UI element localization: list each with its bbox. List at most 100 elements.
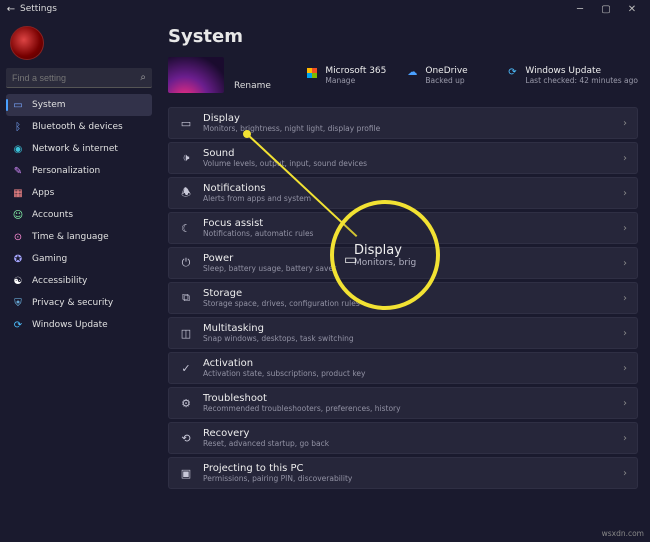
row-title: Troubleshoot [203,393,401,404]
row-title: Storage [203,288,360,299]
row-troubleshoot[interactable]: ⚙ TroubleshootRecommended troubleshooters… [168,387,638,419]
row-title: Recovery [203,428,329,439]
chevron-right-icon: › [623,328,627,339]
sidebar-item-bluetooth[interactable]: ᛒBluetooth & devices [6,116,152,138]
row-sub: Notifications, automatic rules [203,229,313,238]
sidebar-item-apps[interactable]: ▦ Apps [6,182,152,204]
sidebar-item-privacy[interactable]: ⛨ Privacy & security [6,292,152,314]
rename-link[interactable]: Rename [234,81,271,91]
search-box[interactable]: ⌕ [6,68,152,88]
chevron-right-icon: › [623,468,627,479]
close-button[interactable]: ✕ [626,4,638,15]
storage-icon: ⧉ [179,291,193,305]
status-sub: Manage [325,76,386,85]
multitasking-icon: ◫ [179,327,193,340]
microsoft-icon [305,66,319,80]
sidebar-item-gaming[interactable]: ✪Gaming [6,248,152,270]
row-title: Focus assist [203,218,313,229]
windows-update-icon: ⟳ [505,66,519,80]
sidebar: ⌕ ▭System ᛒBluetooth & devices ◉Network … [0,18,158,542]
watermark: wsxdn.com [602,529,644,538]
info-row: Rename Microsoft 365Manage ☁ OneDriveBac… [168,57,638,93]
row-title: Display [203,113,380,124]
row-sub: Permissions, pairing PIN, discoverabilit… [203,474,352,483]
row-multitasking[interactable]: ◫ MultitaskingSnap windows, desktops, tas… [168,317,638,349]
sidebar-item-update[interactable]: ⟳Windows Update [6,314,152,336]
apps-icon: ▦ [12,188,24,199]
status-sub: Last checked: 42 minutes ago [525,76,638,85]
sidebar-item-label: Personalization [32,166,100,176]
status-sub: Backed up [425,76,467,85]
row-title: Notifications [203,183,311,194]
status-windowsupdate[interactable]: ⟳ Windows UpdateLast checked: 42 minutes… [505,66,638,85]
chevron-right-icon: › [623,363,627,374]
chevron-right-icon: › [623,258,627,269]
status-title: OneDrive [425,66,467,76]
person-icon: ☺ [12,210,24,221]
sidebar-item-label: Apps [32,188,54,198]
row-sound[interactable]: 🕩SoundVolume levels, output, input, soun… [168,142,638,174]
row-activation[interactable]: ✓ActivationActivation state, subscriptio… [168,352,638,384]
accessibility-icon: ☯ [12,276,24,287]
maximize-button[interactable]: ▢ [600,4,612,15]
chevron-right-icon: › [623,188,627,199]
sound-icon: 🕩 [179,151,193,165]
sidebar-item-accounts[interactable]: ☺ Accounts [6,204,152,226]
wrench-icon: ⚙ [179,397,193,410]
status-title: Windows Update [525,66,638,76]
projecting-icon: ▣ [179,467,193,480]
status-onedrive[interactable]: ☁ OneDriveBacked up [405,66,495,85]
sidebar-item-label: System [32,100,66,110]
sidebar-item-network[interactable]: ◉Network & internet [6,138,152,160]
row-sub: Sleep, battery usage, battery saver [203,264,336,273]
row-power[interactable]: ⏻ PowerSleep, battery usage, battery save… [168,247,638,279]
sidebar-item-system[interactable]: ▭System [6,94,152,116]
wifi-icon: ◉ [12,144,24,155]
chevron-right-icon: › [623,433,627,444]
shield-icon: ⛨ [12,298,24,309]
sidebar-item-label: Bluetooth & devices [32,122,123,132]
recovery-icon: ⟲ [179,432,193,445]
row-sub: Storage space, drives, configuration rul… [203,299,360,308]
avatar[interactable] [10,26,44,60]
row-sub: Volume levels, output, input, sound devi… [203,159,367,168]
sidebar-item-time[interactable]: ⊙Time & language [6,226,152,248]
row-title: Power [203,253,336,264]
row-sub: Snap windows, desktops, task switching [203,334,354,343]
status-microsoft365[interactable]: Microsoft 365Manage [305,66,395,85]
row-sub: Recommended troubleshooters, preferences… [203,404,401,413]
row-title: Activation [203,358,365,369]
row-recovery[interactable]: ⟲RecoveryReset, advanced startup, go bac… [168,422,638,454]
minimize-button[interactable]: ─ [574,4,586,15]
chevron-right-icon: › [623,118,627,129]
sidebar-item-personalization[interactable]: ✎Personalization [6,160,152,182]
row-notifications[interactable]: 🕭 NotificationsAlerts from apps and syste… [168,177,638,209]
row-sub: Alerts from apps and system [203,194,311,203]
row-title: Projecting to this PC [203,463,352,474]
back-button[interactable]: ← [4,4,18,15]
row-storage[interactable]: ⧉ StorageStorage space, drives, configura… [168,282,638,314]
window-controls: ─ ▢ ✕ [574,4,646,15]
bell-icon: 🕭 [179,184,193,203]
chevron-right-icon: › [623,293,627,304]
sidebar-item-label: Accounts [32,210,73,220]
sidebar-item-label: Windows Update [32,320,108,330]
display-icon: ▭ [179,117,193,130]
sidebar-item-label: Accessibility [32,276,87,286]
wallpaper-thumbnail[interactable] [168,57,224,93]
row-projecting[interactable]: ▣ Projecting to this PCPermissions, pairi… [168,457,638,489]
nav-list: ▭System ᛒBluetooth & devices ◉Network & … [6,94,152,336]
page-title: System [168,26,638,47]
power-icon: ⏻ [179,256,193,270]
window-title: Settings [20,4,57,14]
search-input[interactable] [12,73,140,83]
row-title: Multitasking [203,323,354,334]
activation-icon: ✓ [179,362,193,375]
row-display[interactable]: ▭DisplayMonitors, brightness, night ligh… [168,107,638,139]
sidebar-item-label: Privacy & security [32,298,113,308]
globe-icon: ⊙ [12,232,24,243]
onedrive-icon: ☁ [405,66,419,80]
sidebar-item-accessibility[interactable]: ☯ Accessibility [6,270,152,292]
moon-icon: ☾ [179,222,193,235]
row-focus-assist[interactable]: ☾ Focus assistNotifications, automatic ru… [168,212,638,244]
